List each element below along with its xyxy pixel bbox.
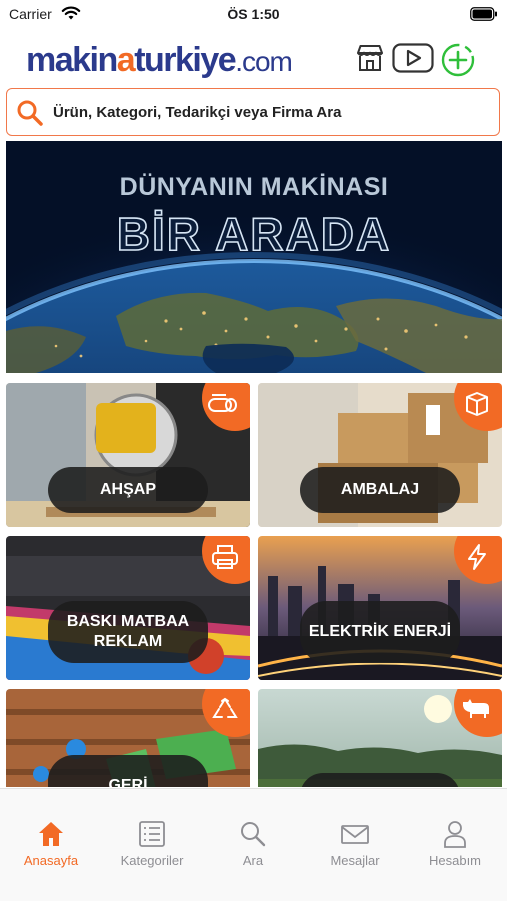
promo-banner[interactable]: DÜNYANIN MAKİNASI BİR ARADA bbox=[6, 141, 502, 373]
tab-label: Kategoriler bbox=[120, 853, 184, 868]
tab-mesajlar[interactable]: Mesajlar bbox=[305, 819, 405, 868]
category-label: AHŞAP bbox=[48, 467, 208, 513]
user-icon bbox=[405, 819, 505, 851]
tab-hesabim[interactable]: Hesabım bbox=[405, 819, 505, 868]
home-icon bbox=[1, 819, 101, 851]
mail-icon bbox=[305, 819, 405, 851]
banner-headline: DÜNYANIN MAKİNASI bbox=[119, 173, 389, 201]
saw-log-icon bbox=[206, 389, 240, 424]
category-ambalaj[interactable]: AMBALAJ bbox=[258, 383, 502, 527]
battery-icon bbox=[470, 7, 498, 26]
search-icon bbox=[203, 819, 303, 851]
video-play-icon[interactable] bbox=[392, 43, 434, 78]
category-elektrik-enerji[interactable]: ELEKTRİK ENERJİ bbox=[258, 536, 502, 680]
category-geri[interactable]: GERİ bbox=[6, 689, 250, 787]
lightning-icon bbox=[462, 542, 492, 577]
category-ahsap[interactable]: AHŞAP bbox=[6, 383, 250, 527]
category-hayvancilik[interactable] bbox=[258, 689, 502, 787]
clock: ÖS 1:50 bbox=[227, 6, 280, 22]
tab-label: Mesajlar bbox=[330, 853, 380, 868]
category-label: GERİ bbox=[48, 755, 208, 787]
store-icon[interactable] bbox=[354, 42, 386, 79]
category-grid: AHŞAP AMBALAJ BASKI MATBAA REKLAM ELEKTR… bbox=[6, 383, 502, 787]
tab-bar: Anasayfa Kategoriler Ara Mesajlar Hesabı… bbox=[0, 788, 507, 901]
tab-anasayfa[interactable]: Anasayfa bbox=[1, 819, 101, 868]
category-label bbox=[300, 773, 460, 787]
recycle-icon bbox=[210, 695, 240, 730]
tab-ara[interactable]: Ara bbox=[203, 819, 303, 868]
category-baski-matbaa-reklam[interactable]: BASKI MATBAA REKLAM bbox=[6, 536, 250, 680]
banner-subheadline: BİR ARADA bbox=[116, 207, 392, 261]
category-label: BASKI MATBAA REKLAM bbox=[48, 601, 208, 663]
search-bar[interactable]: Ürün, Kategori, Tedarikçi veya Firma Ara bbox=[6, 88, 500, 136]
status-bar: Carrier ÖS 1:50 bbox=[0, 0, 507, 30]
category-label: AMBALAJ bbox=[300, 467, 460, 513]
tab-kategoriler[interactable]: Kategoriler bbox=[102, 819, 202, 868]
search-placeholder: Ürün, Kategori, Tedarikçi veya Firma Ara bbox=[53, 104, 342, 121]
category-label: ELEKTRİK ENERJİ bbox=[300, 601, 460, 663]
site-logo[interactable]: makinaturkiye.com bbox=[26, 40, 293, 82]
printer-icon bbox=[210, 542, 240, 577]
list-icon bbox=[102, 819, 202, 851]
tab-label: Anasayfa bbox=[23, 853, 79, 868]
tab-label: Ara bbox=[242, 853, 264, 868]
tab-label: Hesabım bbox=[428, 853, 482, 868]
package-icon bbox=[462, 389, 492, 424]
cow-icon bbox=[460, 695, 492, 726]
add-circle-icon[interactable] bbox=[441, 43, 475, 82]
search-icon bbox=[16, 99, 44, 132]
app-header: makinaturkiye.com bbox=[0, 32, 507, 88]
